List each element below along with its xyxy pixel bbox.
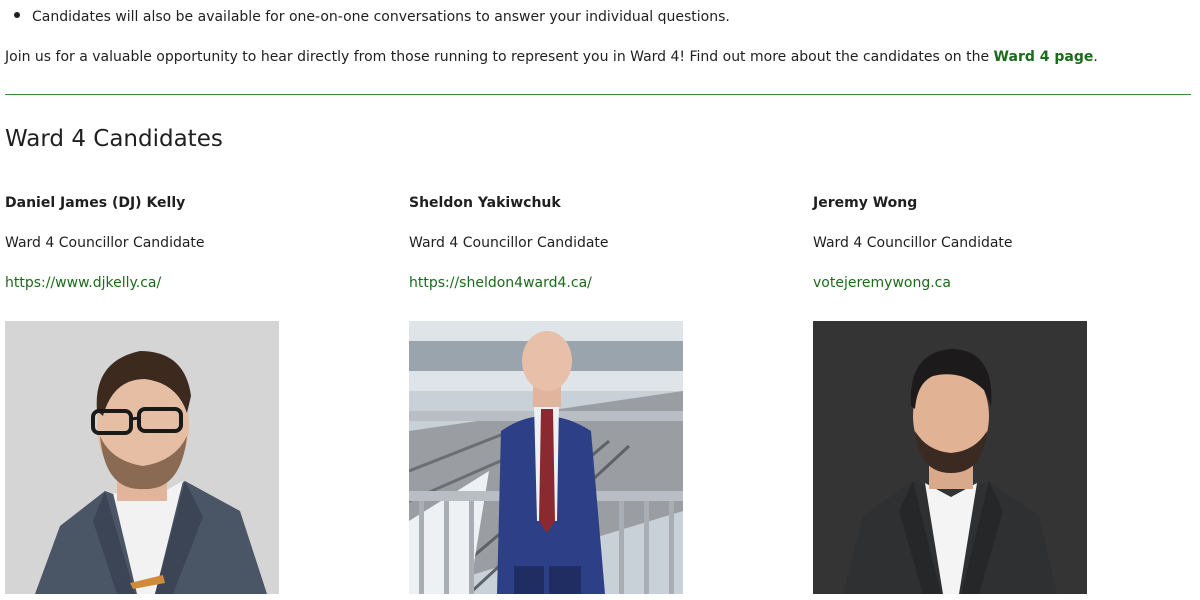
candidate-role: Ward 4 Councillor Candidate <box>409 235 609 251</box>
candidate-role: Ward 4 Councillor Candidate <box>5 235 205 251</box>
candidate-role: Ward 4 Councillor Candidate <box>813 235 1013 251</box>
candidate-name: Sheldon Yakiwchuk <box>409 195 561 211</box>
intro-text: Join us for a valuable opportunity to he… <box>5 49 994 65</box>
candidate-photo <box>5 321 279 594</box>
bullet-text: Candidates will also be available for on… <box>32 9 730 25</box>
section-title: Ward 4 Candidates <box>5 126 223 152</box>
candidate-name: Daniel James (DJ) Kelly <box>5 195 186 211</box>
candidate-website-link[interactable]: votejeremywong.ca <box>813 274 1113 292</box>
bullet-item: Candidates will also be available for on… <box>14 7 730 27</box>
candidate-name: Jeremy Wong <box>813 195 918 211</box>
candidate-card-kelly: Daniel James (DJ) Kelly Ward 4 Councillo… <box>5 194 305 594</box>
section-divider <box>5 94 1191 95</box>
bullet-dot-icon <box>14 12 20 18</box>
candidate-card-wong: Jeremy Wong Ward 4 Councillor Candidate … <box>813 194 1113 594</box>
candidate-photo <box>409 321 683 594</box>
intro-paragraph: Join us for a valuable opportunity to he… <box>5 47 1098 67</box>
candidate-card-yakiwchuk: Sheldon Yakiwchuk Ward 4 Councillor Cand… <box>409 194 709 594</box>
candidate-website-link[interactable]: https://sheldon4ward4.ca/ <box>409 274 709 292</box>
intro-end: . <box>1093 49 1098 65</box>
candidate-photo <box>813 321 1087 594</box>
ward-4-page-link[interactable]: Ward 4 page <box>994 49 1094 65</box>
candidate-website-link[interactable]: https://www.djkelly.ca/ <box>5 274 305 292</box>
